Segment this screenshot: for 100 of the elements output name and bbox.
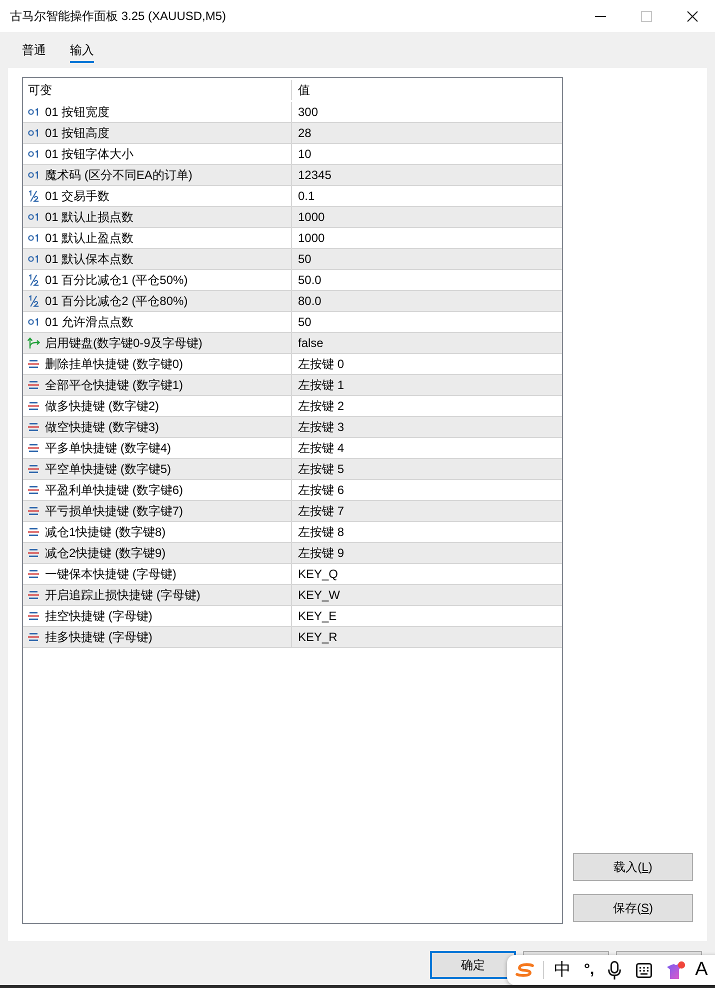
- microphone-icon[interactable]: [608, 960, 622, 980]
- column-header[interactable]: 值: [291, 80, 562, 100]
- logo-icon[interactable]: [515, 963, 535, 977]
- parameter-name: 一键保本快捷键 (字母键): [45, 566, 176, 582]
- table-row[interactable]: 01 按钮字体大小 10: [23, 144, 562, 165]
- parameter-value: 左按键 8: [291, 522, 562, 542]
- lines-icon: [28, 633, 39, 641]
- parameter-name: 魔术码 (区分不同EA的订单): [45, 167, 192, 183]
- parameter-name: 平盈利单快捷键 (数字键6): [45, 482, 183, 498]
- parameter-name: 挂多快捷键 (字母键): [45, 629, 152, 645]
- lines-icon: [28, 570, 39, 578]
- parameter-name: 01 按钮字体大小: [45, 146, 134, 162]
- parameter-name: 挂空快捷键 (字母键): [45, 608, 152, 624]
- parameter-value: 50: [291, 312, 562, 332]
- parameter-name: 01 交易手数: [45, 188, 110, 204]
- lines-icon: [28, 591, 39, 599]
- lines-icon: [28, 507, 39, 515]
- table-row[interactable]: 一键保本快捷键 (字母键) KEY_Q: [23, 564, 562, 585]
- zero-one-icon: [28, 234, 39, 242]
- text-tool-button[interactable]: A: [695, 960, 708, 980]
- parameter-name: 做空快捷键 (数字键3): [45, 419, 159, 435]
- parameter-name: 01 默认止损点数: [45, 209, 134, 225]
- parameter-value: 50: [291, 249, 562, 269]
- parameter-value: 左按键 7: [291, 501, 562, 521]
- table-row[interactable]: 平多单快捷键 (数字键4) 左按键 4: [23, 438, 562, 459]
- parameter-name: 01 按钮高度: [45, 125, 110, 141]
- parameter-name: 平空单快捷键 (数字键5): [45, 461, 171, 477]
- parameter-value: 左按键 2: [291, 396, 562, 416]
- parameter-name: 启用键盘(数字键0-9及字母键): [45, 335, 202, 351]
- table-row[interactable]: 01 按钮宽度 300: [23, 102, 562, 123]
- tab[interactable]: 输入: [70, 42, 94, 63]
- table-row[interactable]: 01 交易手数 0.1: [23, 186, 562, 207]
- table-row[interactable]: 01 默认保本点数 50: [23, 249, 562, 270]
- load-button[interactable]: 载入(L): [573, 853, 693, 881]
- zero-one-icon: [28, 108, 39, 116]
- parameter-value: KEY_R: [291, 627, 562, 647]
- lines-icon: [28, 381, 39, 389]
- table-row[interactable]: 减仓2快捷键 (数字键9) 左按键 9: [23, 543, 562, 564]
- lines-icon: [28, 444, 39, 452]
- zero-one-icon: [28, 150, 39, 158]
- table-row[interactable]: 全部平仓快捷键 (数字键1) 左按键 1: [23, 375, 562, 396]
- parameter-name: 平亏损单快捷键 (数字键7): [45, 503, 183, 519]
- parameter-name: 01 默认止盈点数: [45, 230, 134, 246]
- parameter-name: 01 按钮宽度: [45, 104, 110, 120]
- parameter-name: 01 允许滑点点数: [45, 314, 134, 330]
- parameter-name: 减仓1快捷键 (数字键8): [45, 524, 166, 540]
- lines-icon: [28, 402, 39, 410]
- table-row[interactable]: 挂空快捷键 (字母键) KEY_E: [23, 606, 562, 627]
- parameter-value: 28: [291, 123, 562, 143]
- parameter-value: 50.0: [291, 270, 562, 290]
- one-half-icon: [28, 274, 39, 286]
- parameter-name: 减仓2快捷键 (数字键9): [45, 545, 166, 561]
- table-row[interactable]: 做空快捷键 (数字键3) 左按键 3: [23, 417, 562, 438]
- parameter-value: false: [291, 333, 562, 353]
- parameter-name: 开启追踪止损快捷键 (字母键): [45, 587, 200, 603]
- lines-icon: [28, 465, 39, 473]
- table-row[interactable]: 01 按钮高度 28: [23, 123, 562, 144]
- table-row[interactable]: 删除挂单快捷键 (数字键0) 左按键 0: [23, 354, 562, 375]
- parameter-name: 做多快捷键 (数字键2): [45, 398, 159, 414]
- parameter-value: 左按键 5: [291, 459, 562, 479]
- parameter-value: 左按键 0: [291, 354, 562, 374]
- zero-one-icon: [28, 255, 39, 263]
- parameter-value: 80.0: [291, 291, 562, 311]
- input-mode-button[interactable]: 中: [554, 960, 571, 980]
- forked-arrow-icon: [27, 337, 40, 349]
- table-row[interactable]: 启用键盘(数字键0-9及字母键) false: [23, 333, 562, 354]
- table-row[interactable]: 01 允许滑点点数 50: [23, 312, 562, 333]
- table-row[interactable]: 平空单快捷键 (数字键5) 左按键 5: [23, 459, 562, 480]
- table-row[interactable]: 01 默认止损点数 1000: [23, 207, 562, 228]
- table-row[interactable]: 开启追踪止损快捷键 (字母键) KEY_W: [23, 585, 562, 606]
- parameter-value: 12345: [291, 165, 562, 185]
- table-row[interactable]: 减仓1快捷键 (数字键8) 左按键 8: [23, 522, 562, 543]
- table-row[interactable]: 魔术码 (区分不同EA的订单) 12345: [23, 165, 562, 186]
- parameter-value: 左按键 9: [291, 543, 562, 563]
- table-row[interactable]: 01 百分比减仓1 (平仓50%) 50.0: [23, 270, 562, 291]
- table-row[interactable]: 01 默认止盈点数 1000: [23, 228, 562, 249]
- zero-one-icon: [28, 129, 39, 137]
- window-title: 古马尔智能操作面板 3.25 (XAUUSD,M5): [9, 8, 226, 25]
- parameter-name: 01 百分比减仓2 (平仓80%): [45, 293, 188, 309]
- parameter-value: 左按键 6: [291, 480, 562, 500]
- zero-one-icon: [28, 318, 39, 326]
- column-header[interactable]: 可变: [23, 78, 291, 102]
- parameter-value: 300: [291, 102, 562, 122]
- one-half-icon: [28, 190, 39, 202]
- shirt-icon[interactable]: [666, 960, 686, 980]
- table-row[interactable]: 01 百分比减仓2 (平仓80%) 80.0: [23, 291, 562, 312]
- parameter-name: 01 百分比减仓1 (平仓50%): [45, 272, 188, 288]
- save-button[interactable]: 保存(S): [573, 894, 693, 922]
- dialog-button[interactable]: 确定: [430, 951, 516, 979]
- table-row[interactable]: 平盈利单快捷键 (数字键6) 左按键 6: [23, 480, 562, 501]
- table-row[interactable]: 平亏损单快捷键 (数字键7) 左按键 7: [23, 501, 562, 522]
- keyboard-icon[interactable]: [636, 962, 652, 978]
- parameter-value: 1000: [291, 207, 562, 227]
- punctuation-button[interactable]: °,: [584, 960, 594, 980]
- lines-icon: [28, 528, 39, 536]
- parameter-value: 10: [291, 144, 562, 164]
- table-row[interactable]: 挂多快捷键 (字母键) KEY_R: [23, 627, 562, 648]
- table-row[interactable]: 做多快捷键 (数字键2) 左按键 2: [23, 396, 562, 417]
- tab[interactable]: 普通: [22, 42, 46, 63]
- parameter-name: 全部平仓快捷键 (数字键1): [45, 377, 183, 393]
